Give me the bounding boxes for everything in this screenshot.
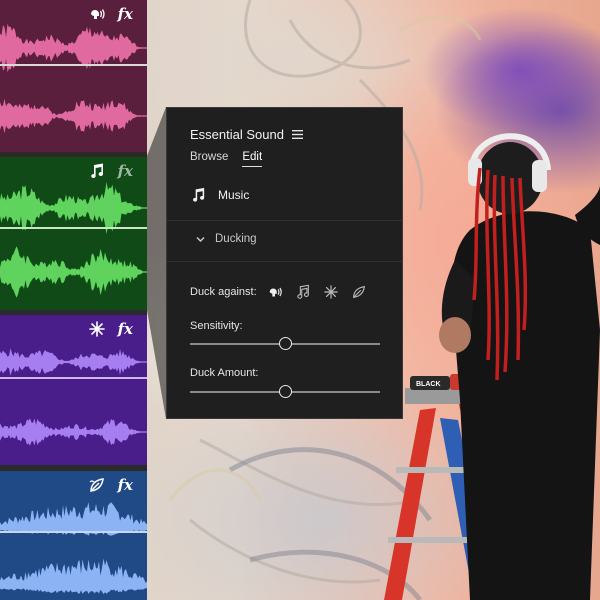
chevron-down-icon — [196, 236, 205, 242]
slider-thumb[interactable] — [279, 337, 292, 350]
essential-sound-panel: Essential Sound Browse Edit Music Duckin… — [166, 107, 403, 419]
music-icon — [193, 187, 205, 202]
sensitivity-slider[interactable] — [190, 337, 380, 351]
panel-title: Essential Sound — [190, 127, 284, 142]
panel-tabs: Browse Edit — [190, 151, 263, 167]
duck-amount-slider[interactable] — [190, 385, 380, 399]
divider — [167, 261, 402, 262]
tab-browse[interactable]: Browse — [190, 151, 228, 167]
audio-type-label: Music — [218, 188, 250, 202]
hamburger-menu-icon[interactable] — [291, 130, 303, 139]
dialogue-icon[interactable] — [267, 284, 283, 300]
duck-against-options — [267, 284, 367, 300]
ducking-label: Ducking — [215, 233, 257, 245]
music-icon[interactable] — [295, 284, 311, 300]
duck-amount-label: Duck Amount: — [190, 367, 259, 379]
divider — [167, 220, 402, 221]
duck-against-row: Duck against: — [190, 284, 367, 300]
ambience-icon[interactable] — [351, 284, 367, 300]
sensitivity-label: Sensitivity: — [190, 320, 243, 332]
tab-edit[interactable]: Edit — [242, 151, 263, 167]
ducking-section-toggle[interactable]: Ducking — [196, 233, 257, 245]
spray-can-label: BLACK — [416, 381, 441, 388]
sfx-icon[interactable] — [323, 284, 339, 300]
audio-type-row[interactable]: Music — [190, 186, 249, 204]
duck-against-label: Duck against: — [190, 286, 257, 298]
panel-header: Essential Sound — [190, 127, 303, 142]
slider-thumb[interactable] — [279, 385, 292, 398]
